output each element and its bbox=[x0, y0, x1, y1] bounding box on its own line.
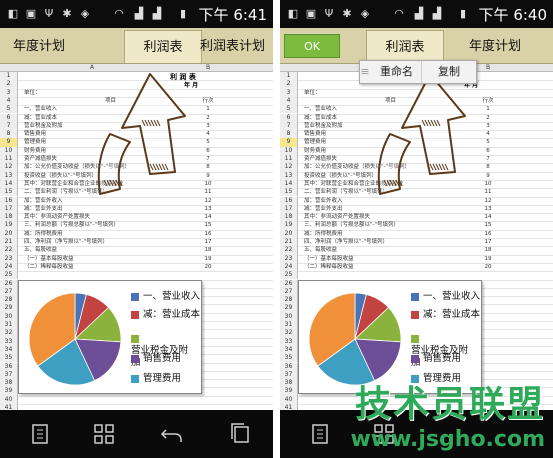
watermark-cn: 技术员联盟 bbox=[354, 384, 545, 425]
debug-icon: ✱ bbox=[342, 7, 352, 20]
debug-icon: ✱ bbox=[62, 7, 72, 20]
app-icon: ◧ bbox=[7, 7, 19, 20]
spreadsheet[interactable]: A B 123单位：4项目行次5一、营业收入16减：营业成本27营业税金及附加3… bbox=[280, 64, 553, 410]
clock: 下午 6:41 bbox=[198, 6, 267, 24]
arrow-shape bbox=[377, 73, 466, 195]
sheet-tab-bar: 年度计划 利润表 利润表计划 bbox=[0, 28, 273, 64]
bag-icon: ◈ bbox=[80, 7, 90, 20]
copy-menu-item[interactable]: 复制 bbox=[424, 61, 474, 83]
arrow-annotation bbox=[377, 73, 466, 195]
recent-apps-icon[interactable] bbox=[228, 422, 252, 446]
left-phone: ◧ ▣ Ψ ✱ ◈ ◠ ▟ ▟ ▮ 下午 6:41 年度计划 利润表 利润表计划… bbox=[0, 0, 273, 458]
image-icon: ▣ bbox=[25, 7, 37, 20]
spreadsheet[interactable]: A B 123单位：4项目行次5一、营业收入16减：营业成本27营业税金及附加3… bbox=[0, 64, 273, 410]
battery-icon: ▮ bbox=[179, 7, 187, 20]
bag-icon: ◈ bbox=[360, 7, 370, 20]
clock: 下午 6:40 bbox=[478, 6, 547, 24]
usb-icon: Ψ bbox=[324, 7, 334, 20]
back-icon[interactable] bbox=[160, 422, 184, 446]
watermark: 技术员联盟 www.jsgho.com bbox=[350, 375, 545, 452]
usb-icon: Ψ bbox=[44, 7, 54, 20]
wifi-icon: ◠ bbox=[394, 7, 404, 20]
image-icon: ▣ bbox=[305, 7, 317, 20]
menu-edge: ≡ bbox=[360, 65, 370, 78]
rename-menu-item[interactable]: 重命名 bbox=[372, 61, 422, 83]
status-bar: ◧ ▣ Ψ ✱ ◈ ◠ ▟ ▟ ▮ 下午 6:40 bbox=[280, 0, 553, 28]
signal-icon: ▟ bbox=[414, 7, 424, 20]
signal2-icon: ▟ bbox=[152, 7, 162, 20]
grid-icon[interactable] bbox=[92, 422, 116, 446]
battery-icon: ▮ bbox=[459, 7, 467, 20]
signal-icon: ▟ bbox=[134, 7, 144, 20]
tab-annual-plan[interactable]: 年度计划 bbox=[450, 30, 540, 63]
right-phone: ◧ ▣ Ψ ✱ ◈ ◠ ▟ ▟ ▮ 下午 6:40 利润表 年度计划 A B 1… bbox=[280, 0, 553, 458]
watermark-url: www.jsgho.com bbox=[350, 427, 545, 452]
context-menu: ≡ 重命名 复制 bbox=[359, 60, 477, 84]
screenshot: ◧ ▣ Ψ ✱ ◈ ◠ ▟ ▟ ▮ 下午 6:41 年度计划 利润表 利润表计划… bbox=[0, 0, 553, 458]
signal2-icon: ▟ bbox=[432, 7, 442, 20]
divider bbox=[273, 0, 280, 458]
app-icon: ◧ bbox=[287, 7, 299, 20]
ok-button[interactable]: OK bbox=[284, 34, 340, 58]
wifi-icon: ◠ bbox=[114, 7, 124, 20]
arrow-annotation bbox=[97, 73, 186, 195]
nav-bar bbox=[0, 410, 273, 458]
tab-profit[interactable]: 利润表 bbox=[124, 30, 202, 63]
arrow-shape bbox=[97, 73, 186, 195]
menu-icon[interactable] bbox=[28, 422, 52, 446]
tab-annual-plan[interactable]: 年度计划 bbox=[0, 30, 78, 63]
tab-profit-plan[interactable]: 利润表计划 bbox=[200, 30, 273, 63]
menu-icon[interactable] bbox=[308, 422, 332, 446]
status-bar: ◧ ▣ Ψ ✱ ◈ ◠ ▟ ▟ ▮ 下午 6:41 bbox=[0, 0, 273, 28]
tab-profit[interactable]: 利润表 bbox=[366, 30, 444, 63]
